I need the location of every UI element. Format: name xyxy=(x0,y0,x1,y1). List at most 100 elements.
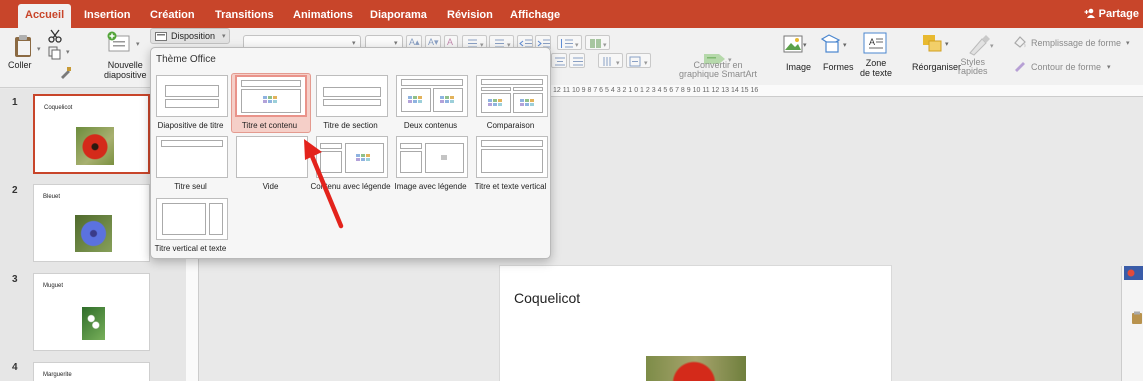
layout-name: Titre et contenu xyxy=(241,121,298,130)
content-placeholder-icons xyxy=(520,99,534,106)
arrange-icon[interactable]: ▾ xyxy=(921,33,955,55)
ribbon-tab-bar: Accueil Insertion Création Transitions A… xyxy=(0,0,1143,28)
slide-thumbnail-2[interactable]: Bleuet xyxy=(33,184,150,262)
new-slide-dropdown-icon[interactable]: ▾ xyxy=(136,40,140,48)
slide-thumbnail-4[interactable]: Marguerite xyxy=(33,362,150,381)
theme-title: Thème Office xyxy=(156,54,216,65)
justify-icon xyxy=(573,57,583,66)
paste-label: Coller xyxy=(8,60,32,70)
cut-scissors-icon[interactable] xyxy=(48,29,62,43)
shape-outline-icon[interactable] xyxy=(1013,59,1027,72)
align-center-icon xyxy=(555,57,565,66)
content-placeholder-icons xyxy=(356,154,370,161)
slide-thumbnail-3[interactable]: Muguet xyxy=(33,273,150,351)
lily-of-the-valley-photo xyxy=(82,307,105,340)
layout-thumbnail xyxy=(396,75,468,117)
new-slide-icon[interactable] xyxy=(106,31,132,53)
format-painter-icon[interactable] xyxy=(58,66,72,80)
shape-fill-label[interactable]: Remplissage de forme xyxy=(1031,38,1121,48)
layout-thumbnail xyxy=(156,198,228,240)
layout-thumbnail xyxy=(316,75,388,117)
slide-thumbnail-title: Coquelicot xyxy=(44,105,73,111)
horizontal-ruler[interactable]: 12 11 10 9 8 7 6 5 4 3 2 1 0 1 2 3 4 5 6… xyxy=(550,85,1143,97)
layout-thumbnail xyxy=(476,75,548,117)
tab-transitions[interactable]: Transitions xyxy=(215,9,274,21)
svg-text:▾: ▾ xyxy=(803,42,807,49)
align-text-button[interactable]: ▾ xyxy=(626,53,651,68)
slide-title[interactable]: Coquelicot xyxy=(514,290,580,306)
content-placeholder-icons xyxy=(263,96,277,103)
slide-number: 4 xyxy=(12,362,18,373)
slide-number: 2 xyxy=(12,185,18,196)
layout-name: Titre de section xyxy=(323,121,378,130)
shapes-icon[interactable]: ▾ xyxy=(819,33,851,55)
slide-number: 3 xyxy=(12,274,18,285)
layout-thumbnail xyxy=(235,75,307,117)
picture-placeholder-icon xyxy=(441,155,447,160)
layout-thumbnail xyxy=(156,75,228,117)
shapes-label: Formes xyxy=(823,62,854,72)
picture-icon[interactable]: ▾ xyxy=(783,35,809,55)
layout-name: Comparaison xyxy=(486,121,535,130)
share-label: Partage xyxy=(1098,8,1139,20)
svg-text:▾: ▾ xyxy=(990,43,994,50)
slide-poppy-image[interactable] xyxy=(646,356,746,381)
text-direction-icon: ▾ xyxy=(603,57,620,67)
vertical-ruler[interactable] xyxy=(186,258,199,381)
new-slide-label: Nouvelle diapositive xyxy=(104,60,147,80)
tab-insertion[interactable]: Insertion xyxy=(84,9,130,21)
svg-text:▾: ▾ xyxy=(603,42,607,49)
tab-diaporama[interactable]: Diaporama xyxy=(370,9,427,21)
close-dot-icon[interactable] xyxy=(1127,269,1135,277)
share-button[interactable]: Partage xyxy=(1084,8,1139,20)
layout-button[interactable]: Disposition ▾ xyxy=(150,28,230,44)
shape-outline-label[interactable]: Contour de forme xyxy=(1031,62,1101,72)
layout-label: Disposition xyxy=(171,31,216,41)
slide-thumbnail-title: Muguet xyxy=(43,283,64,289)
layout-thumbnail xyxy=(236,136,308,178)
text-direction-button[interactable]: ▾ xyxy=(598,53,623,68)
svg-text:▾: ▾ xyxy=(575,42,579,49)
side-floating-panel[interactable] xyxy=(1121,266,1143,381)
copy-dropdown-icon[interactable]: ▾ xyxy=(66,48,70,56)
panel-header xyxy=(1124,266,1143,280)
svg-text:▾: ▾ xyxy=(945,41,949,48)
tab-affichage[interactable]: Affichage xyxy=(510,9,560,21)
layout-name: Image avec légende xyxy=(394,182,467,191)
shape-fill-dropdown-icon[interactable]: ▾ xyxy=(1126,39,1130,47)
picture-label: Image xyxy=(786,62,812,72)
red-annotation-arrow-icon xyxy=(304,139,344,229)
slide-thumbnail-1[interactable]: Coquelicot xyxy=(33,94,150,174)
paste-clipboard-icon[interactable] xyxy=(13,33,35,59)
tab-accueil[interactable]: Accueil xyxy=(18,4,72,28)
copy-icon[interactable] xyxy=(48,46,62,60)
justify-button[interactable] xyxy=(569,53,585,68)
slide-number: 1 xyxy=(12,97,18,108)
text-box-icon[interactable]: A xyxy=(862,31,888,55)
layout-dropdown-menu[interactable]: Thème Office Diapositive de titre Titre … xyxy=(150,47,551,259)
tab-creation[interactable]: Création xyxy=(150,9,195,21)
shape-fill-icon[interactable] xyxy=(1013,35,1027,48)
layout-name: Titre seul xyxy=(174,182,207,191)
layout-name: Titre vertical et texte xyxy=(154,244,227,253)
tab-revision[interactable]: Révision xyxy=(447,9,493,21)
quick-styles-icon[interactable]: ▾ xyxy=(966,33,996,57)
content-placeholder-icons xyxy=(440,96,454,103)
align-center-button[interactable] xyxy=(551,53,567,68)
align-text-icon: ▾ xyxy=(629,56,648,67)
slide-canvas[interactable]: Coquelicot xyxy=(499,265,892,381)
svg-text:▾: ▾ xyxy=(616,60,620,67)
layout-name: Diapositive de titre xyxy=(157,121,224,130)
shape-outline-dropdown-icon[interactable]: ▾ xyxy=(1107,63,1111,71)
quick-styles-label[interactable]: Styles rapides xyxy=(958,58,988,76)
tab-animations[interactable]: Animations xyxy=(293,9,353,21)
layout-thumbnail xyxy=(476,136,548,178)
line-spacing-button[interactable]: ▾ xyxy=(557,35,582,50)
paste-dropdown-icon[interactable]: ▾ xyxy=(37,45,41,53)
layout-name: Titre et texte vertical xyxy=(474,182,547,191)
add-person-icon xyxy=(1084,8,1095,18)
columns-button[interactable]: ▾ xyxy=(585,35,610,50)
convert-smartart-label[interactable]: Convertir en graphique SmartArt xyxy=(679,61,757,79)
clipboard-icon[interactable] xyxy=(1131,311,1143,325)
columns-icon: ▾ xyxy=(590,39,607,49)
